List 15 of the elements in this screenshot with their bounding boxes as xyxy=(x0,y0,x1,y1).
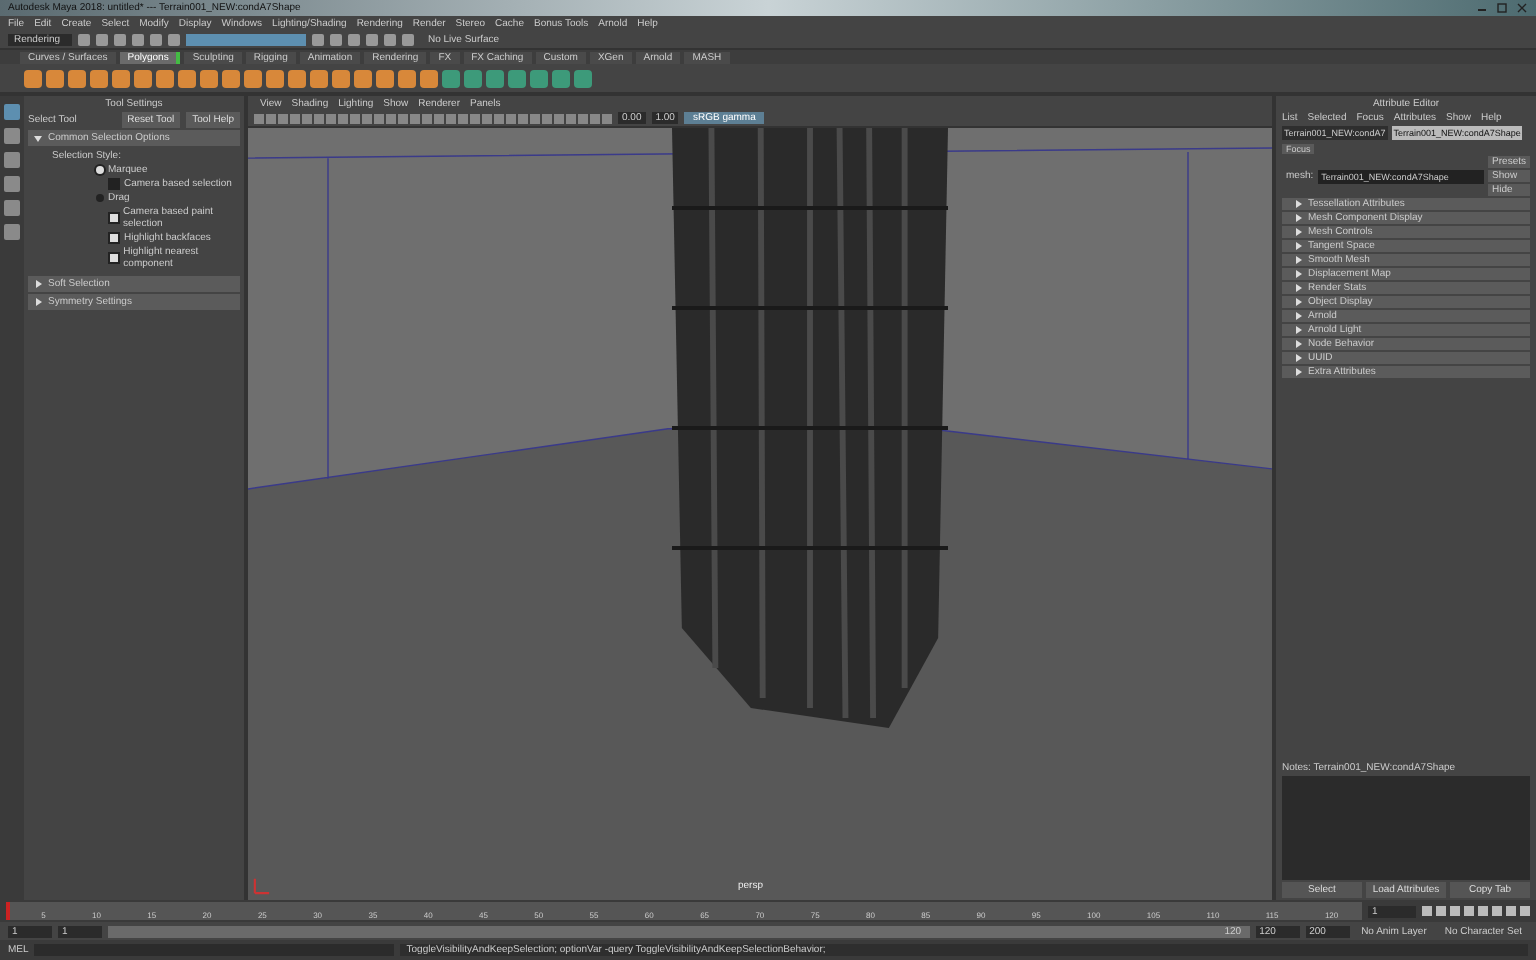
radio-button[interactable] xyxy=(96,166,104,174)
checkbox[interactable] xyxy=(108,252,120,264)
current-frame-marker[interactable] xyxy=(6,902,10,920)
notes-field[interactable] xyxy=(1282,776,1530,880)
checkbox[interactable] xyxy=(108,212,120,224)
collapse-arrow-icon[interactable] xyxy=(34,280,42,288)
axis-gizmo-icon xyxy=(252,876,272,896)
collapse-arrow-icon[interactable] xyxy=(34,298,42,306)
close-icon[interactable] xyxy=(1516,2,1528,14)
radio-button[interactable] xyxy=(96,194,104,202)
selection-mask-bar[interactable] xyxy=(186,33,306,45)
maximize-icon[interactable] xyxy=(1496,2,1508,14)
checkbox[interactable] xyxy=(108,178,120,190)
checkbox[interactable] xyxy=(108,232,120,244)
expand-arrow-icon[interactable] xyxy=(34,134,42,142)
